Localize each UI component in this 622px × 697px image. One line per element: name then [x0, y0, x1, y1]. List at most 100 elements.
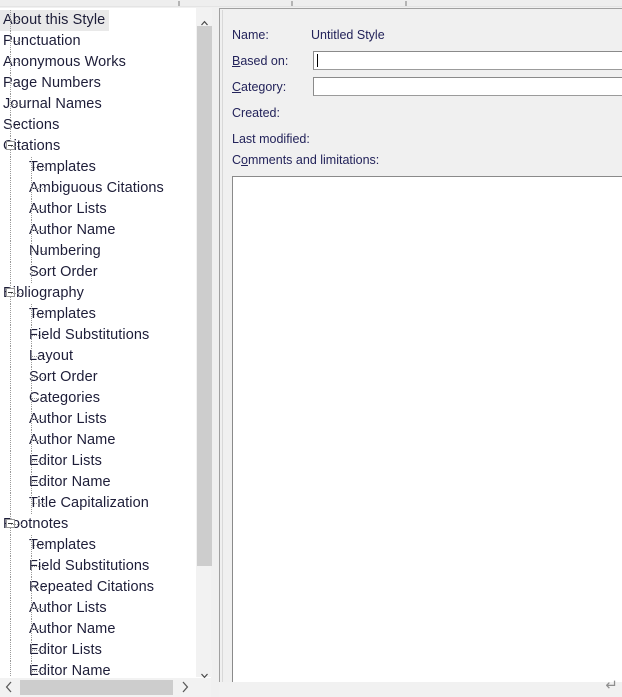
category-label-rest: ategory:	[241, 80, 287, 94]
tree-item-page-numbers[interactable]: Page Numbers	[0, 73, 196, 94]
tree-item-field-substitutions[interactable]: Field Substitutions	[0, 325, 196, 346]
tree-item-sections[interactable]: Sections	[0, 115, 196, 136]
tree-item-editor-lists[interactable]: Editor Lists	[0, 451, 196, 472]
accelerator-letter: C	[232, 80, 242, 94]
scroll-up-button[interactable]	[197, 8, 212, 26]
tree-elbow-line	[11, 104, 23, 105]
top-ruler-strip	[0, 0, 622, 7]
tree-elbow-line	[32, 566, 45, 567]
tree-vertical-scrollbar[interactable]	[196, 8, 212, 679]
tree-item-label: Repeated Citations	[29, 579, 155, 595]
tree-item-about-this-style[interactable]: About this Style	[0, 10, 196, 31]
horizontal-scroll-thumb[interactable]	[20, 680, 173, 695]
tree-item-author-lists[interactable]: Author Lists	[0, 598, 196, 619]
tree-item-categories[interactable]: Categories	[0, 388, 196, 409]
scroll-left-button[interactable]	[0, 678, 17, 697]
tree-elbow-line	[32, 671, 45, 672]
tree-elbow-line	[32, 209, 45, 210]
tree-elbow-line	[11, 293, 23, 294]
tree-item-templates[interactable]: Templates	[0, 157, 196, 178]
tree-elbow-line	[11, 146, 23, 147]
tree-item-title-capitalization[interactable]: Title Capitalization	[0, 493, 196, 514]
tree-guide-line	[10, 619, 11, 640]
category-input[interactable]	[313, 77, 622, 96]
tree-elbow-line	[32, 188, 45, 189]
tree-elbow-line	[32, 587, 45, 588]
tree-item-punctuation[interactable]: Punctuation	[0, 31, 196, 52]
tree-item-sort-order[interactable]: Sort Order	[0, 367, 196, 388]
text-caret	[317, 54, 318, 67]
tree-elbow-line	[32, 545, 45, 546]
scroll-down-button[interactable]	[197, 660, 212, 679]
tree-elbow-line	[32, 314, 45, 315]
tree-horizontal-scrollbar[interactable]	[0, 678, 211, 697]
chevron-up-icon	[201, 14, 208, 26]
name-value: Untitled Style	[311, 28, 385, 42]
tree-elbow-line	[11, 83, 23, 84]
tree-item-anonymous-works[interactable]: Anonymous Works	[0, 52, 196, 73]
comments-textarea[interactable]	[232, 176, 622, 690]
tree-item-author-lists[interactable]: Author Lists	[0, 409, 196, 430]
tree-elbow-line	[32, 167, 45, 168]
tree-guide-line	[10, 430, 11, 451]
vertical-scroll-thumb[interactable]	[197, 26, 212, 566]
tree-item-footnotes[interactable]: Footnotes	[0, 514, 196, 535]
tree-item-author-name[interactable]: Author Name	[0, 430, 196, 451]
tree-item-journal-names[interactable]: Journal Names	[0, 94, 196, 115]
tree-item-templates[interactable]: Templates	[0, 535, 196, 556]
tree-guide-line	[10, 262, 11, 283]
tree-item-ambiguous-citations[interactable]: Ambiguous Citations	[0, 178, 196, 199]
tree-guide-line	[10, 388, 11, 409]
ruler-tick	[291, 1, 293, 6]
tree-elbow-line	[32, 251, 45, 252]
tree-elbow-line	[11, 125, 23, 126]
tree-item-label: Title Capitalization	[29, 495, 149, 511]
based-on-input[interactable]	[313, 51, 622, 70]
tree-item-author-name[interactable]: Author Name	[0, 619, 196, 640]
tree-item-repeated-citations[interactable]: Repeated Citations	[0, 577, 196, 598]
ruler-tick	[405, 1, 407, 6]
tree-guide-line	[31, 661, 32, 677]
tree-item-sort-order[interactable]: Sort Order	[0, 262, 196, 283]
tree-item-numbering[interactable]: Numbering	[0, 241, 196, 262]
tree-item-bibliography[interactable]: Bibliography	[0, 283, 196, 304]
tree-guide-line	[10, 367, 11, 388]
tree-item-editor-lists[interactable]: Editor Lists	[0, 640, 196, 661]
tree-item-author-name[interactable]: Author Name	[0, 220, 196, 241]
accelerator-letter: o	[241, 153, 248, 167]
tree-elbow-line	[32, 482, 45, 483]
tree-elbow-line	[11, 524, 23, 525]
tree-guide-line	[10, 472, 11, 493]
tree-item-label: Field Substitutions	[29, 558, 150, 574]
tree-item-editor-name[interactable]: Editor Name	[0, 661, 196, 677]
tree-item-layout[interactable]: Layout	[0, 346, 196, 367]
tree-guide-line	[10, 598, 11, 619]
tree-elbow-line	[32, 272, 45, 273]
tree-guide-line	[10, 346, 11, 367]
tree-pane: About this Style Punctuation Anonymous Wor…	[0, 8, 212, 697]
tree-item-editor-name[interactable]: Editor Name	[0, 472, 196, 493]
tree-item-citations[interactable]: Citations	[0, 136, 196, 157]
scroll-right-button[interactable]	[176, 678, 193, 697]
tree-item-author-lists[interactable]: Author Lists	[0, 199, 196, 220]
tree-guide-line	[10, 493, 11, 514]
tree-elbow-line	[32, 230, 45, 231]
comments-label-post: mments and limitations:	[247, 153, 380, 167]
tree-elbow-line	[32, 650, 45, 651]
tree-guide-line	[10, 640, 11, 661]
last-modified-label: Last modified:	[232, 132, 310, 146]
tree-guide-line	[10, 577, 11, 598]
tree-elbow-line	[32, 461, 45, 462]
tree-elbow-line	[32, 377, 45, 378]
tree-item-templates[interactable]: Templates	[0, 304, 196, 325]
tree-elbow-line	[32, 629, 45, 630]
style-detail-pane: Name: Untitled Style Based on: Category:…	[219, 8, 622, 690]
return-arrow-icon: ↵	[605, 676, 618, 694]
tree-viewport[interactable]: About this Style Punctuation Anonymous Wor…	[0, 8, 196, 677]
tree-item-field-substitutions[interactable]: Field Substitutions	[0, 556, 196, 577]
tree-elbow-line	[32, 398, 45, 399]
created-label: Created:	[232, 106, 280, 120]
chevron-left-icon	[5, 681, 13, 695]
style-settings-tree[interactable]: About this Style Punctuation Anonymous Wor…	[0, 10, 196, 677]
tree-elbow-line	[32, 356, 45, 357]
